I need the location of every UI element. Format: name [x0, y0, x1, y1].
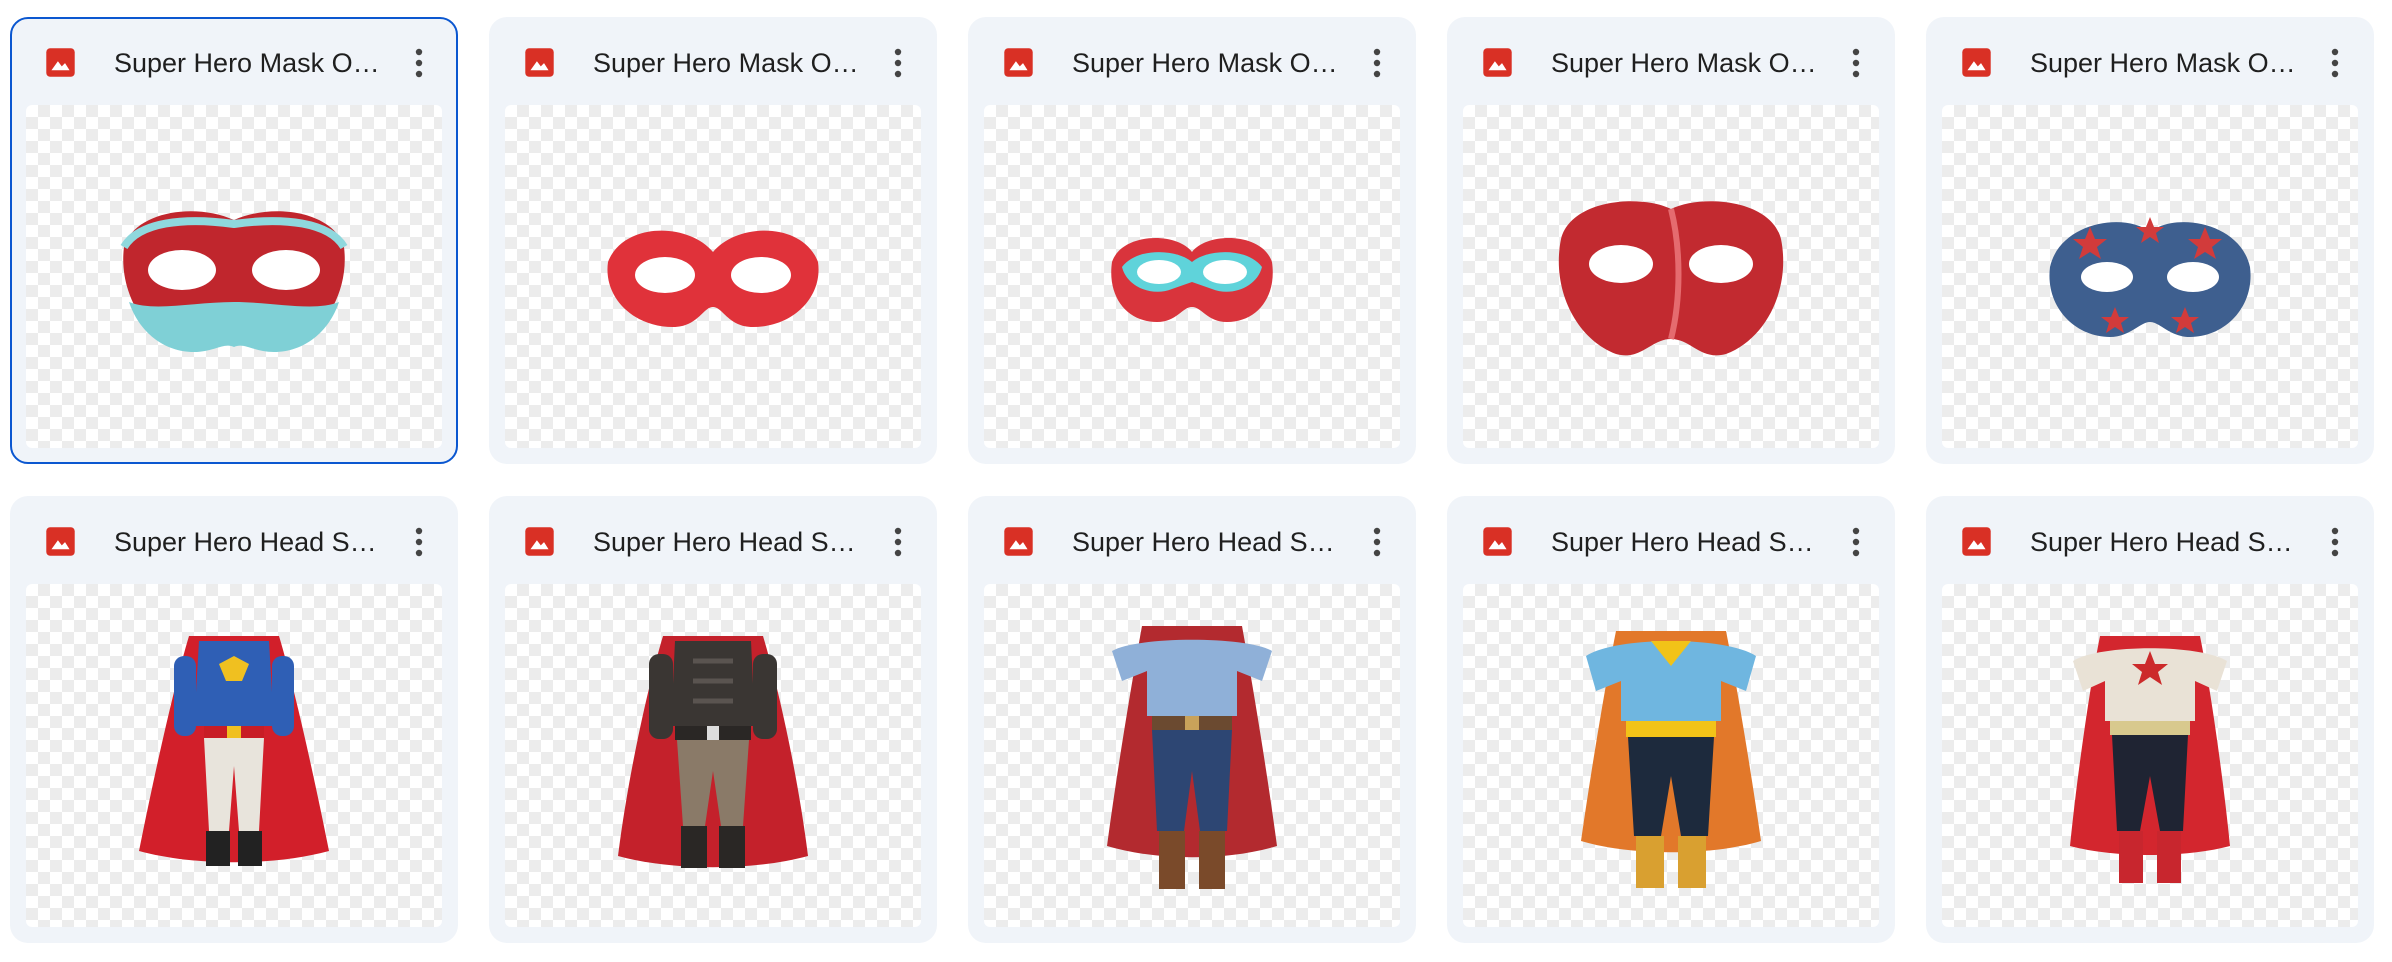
more-options-button[interactable] [394, 38, 444, 88]
file-card[interactable]: Super Hero Mask Overlay [489, 17, 937, 464]
more-options-button[interactable] [1831, 517, 1881, 567]
file-card-header: Super Hero Mask Overlay [970, 19, 1414, 105]
file-title[interactable]: Super Hero Head Swap [1551, 525, 1821, 559]
more-vert-icon [1373, 527, 1381, 557]
file-thumbnail[interactable] [505, 105, 921, 448]
file-card[interactable]: Super Hero Head Swap [489, 496, 937, 943]
image-file-icon [1483, 48, 1512, 77]
image-file-icon [1962, 527, 1991, 556]
file-title[interactable]: Super Hero Mask Overlay [1551, 46, 1821, 80]
file-card[interactable]: Super Hero Mask Overlay [968, 17, 1416, 464]
mask-image [607, 230, 819, 327]
file-thumbnail[interactable] [26, 584, 442, 927]
more-vert-icon [2331, 527, 2339, 557]
file-card-header: Super Hero Head Swap [1449, 498, 1893, 584]
file-card-header: Super Hero Head Swap [970, 498, 1414, 584]
costume-image [139, 635, 329, 866]
file-card-header: Super Hero Head Swap [1928, 498, 2372, 584]
more-vert-icon [2331, 48, 2339, 78]
image-file-icon [46, 48, 75, 77]
more-options-button[interactable] [2310, 517, 2360, 567]
file-thumbnail[interactable] [1463, 105, 1879, 448]
image-file-icon [1004, 48, 1033, 77]
file-title[interactable]: Super Hero Head Swap [114, 525, 384, 559]
file-card[interactable]: Super Hero Head Swap [968, 496, 1416, 943]
more-options-button[interactable] [873, 38, 923, 88]
more-vert-icon [1852, 48, 1860, 78]
file-card[interactable]: Super Hero Mask Overlay [1926, 17, 2374, 464]
file-title[interactable]: Super Hero Mask Overlay [2030, 46, 2300, 80]
file-card[interactable]: Super Hero Head Swap [10, 496, 458, 943]
file-title[interactable]: Super Hero Mask Overlay [1072, 46, 1342, 80]
more-vert-icon [1852, 527, 1860, 557]
file-card[interactable]: Super Hero Mask Overlay [10, 17, 458, 464]
image-file-icon [46, 527, 75, 556]
file-card-header: Super Hero Mask Overlay [491, 19, 935, 105]
file-card-header: Super Hero Mask Overlay [12, 19, 456, 105]
file-thumbnail[interactable] [26, 105, 442, 448]
image-file-icon [1483, 527, 1512, 556]
mask-image [120, 210, 348, 352]
file-title[interactable]: Super Hero Mask Overlay [114, 46, 384, 80]
image-file-icon [525, 48, 554, 77]
file-card-header: Super Hero Mask Overlay [1928, 19, 2372, 105]
file-card[interactable]: Super Hero Head Swap [1926, 496, 2374, 943]
file-card-header: Super Hero Mask Overlay [1449, 19, 1893, 105]
costume-image [1581, 630, 1761, 888]
image-file-icon [1962, 48, 1991, 77]
more-vert-icon [415, 527, 423, 557]
file-thumbnail[interactable] [505, 584, 921, 927]
costume-image [1107, 625, 1277, 889]
file-card[interactable]: Super Hero Head Swap [1447, 496, 1895, 943]
more-options-button[interactable] [1352, 38, 1402, 88]
costume-image [2070, 635, 2230, 883]
file-thumbnail[interactable] [1463, 584, 1879, 927]
file-card-header: Super Hero Head Swap [12, 498, 456, 584]
file-thumbnail[interactable] [1942, 105, 2358, 448]
more-options-button[interactable] [1831, 38, 1881, 88]
mask-image [1111, 237, 1273, 322]
costume-image [618, 635, 808, 868]
mask-image [1558, 201, 1784, 356]
more-vert-icon [894, 48, 902, 78]
file-thumbnail[interactable] [984, 584, 1400, 927]
file-thumbnail[interactable] [1942, 584, 2358, 927]
more-vert-icon [415, 48, 423, 78]
more-vert-icon [1373, 48, 1381, 78]
mask-image [2049, 216, 2251, 337]
file-title[interactable]: Super Hero Head Swap [1072, 525, 1342, 559]
more-vert-icon [894, 527, 902, 557]
file-title[interactable]: Super Hero Head Swap [2030, 525, 2300, 559]
more-options-button[interactable] [394, 517, 444, 567]
file-card-header: Super Hero Head Swap [491, 498, 935, 584]
file-thumbnail[interactable] [984, 105, 1400, 448]
file-grid: Super Hero Mask Overlay Super Hero Mask … [10, 17, 2374, 943]
file-title[interactable]: Super Hero Head Swap [593, 525, 863, 559]
file-card[interactable]: Super Hero Mask Overlay [1447, 17, 1895, 464]
file-title[interactable]: Super Hero Mask Overlay [593, 46, 863, 80]
more-options-button[interactable] [873, 517, 923, 567]
more-options-button[interactable] [2310, 38, 2360, 88]
image-file-icon [1004, 527, 1033, 556]
more-options-button[interactable] [1352, 517, 1402, 567]
image-file-icon [525, 527, 554, 556]
